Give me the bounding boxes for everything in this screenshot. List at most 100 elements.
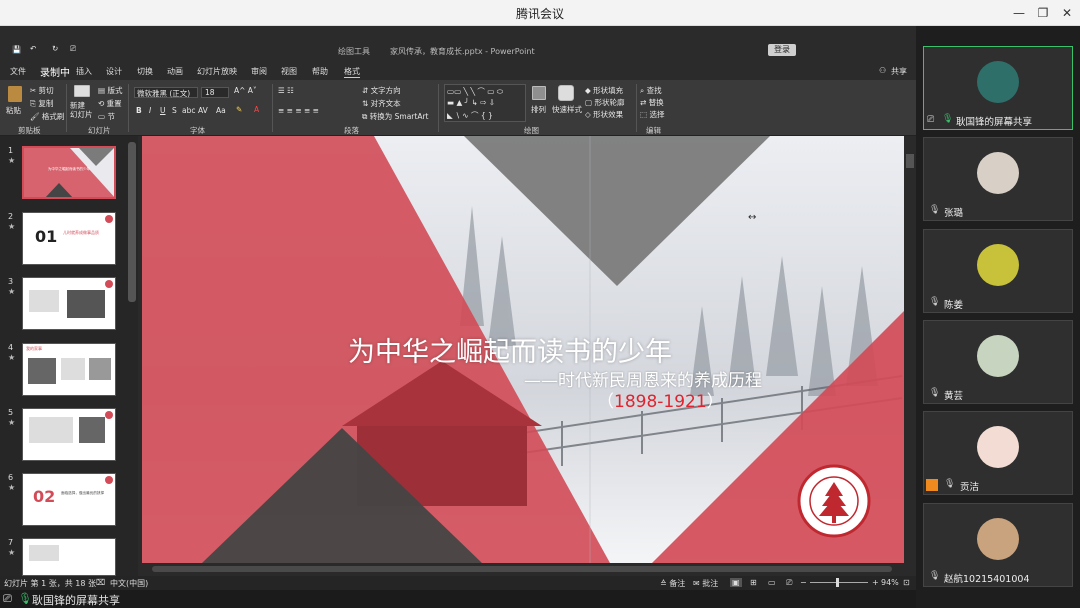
shape-fill-button[interactable]: ◆ 形状填充	[585, 85, 623, 96]
participant-tile[interactable]: 🎙 陈姜	[923, 229, 1073, 313]
reading-view-icon[interactable]: ▭	[768, 578, 776, 587]
slide-thumbnail-5[interactable]	[22, 408, 116, 461]
slide-sorter-icon[interactable]: ⊞	[750, 578, 757, 587]
tab-insert[interactable]: 插入	[76, 66, 92, 77]
participant-tile[interactable]: 🎙 赵航10215401004	[923, 503, 1073, 587]
close-icon[interactable]: ✕	[1057, 4, 1077, 22]
slideshow-view-icon[interactable]: ⎚	[786, 578, 792, 588]
italic-icon[interactable]: I	[149, 106, 151, 115]
minimize-icon[interactable]: —	[1009, 4, 1029, 22]
restore-icon[interactable]: ❐	[1033, 4, 1053, 22]
thumbnail-scrollbar[interactable]	[128, 142, 136, 302]
shapes-icons: ▬ ▲ ╯ ↳ ⇨ ⇩	[447, 98, 496, 107]
shapes-gallery[interactable]: ▭▭ ╲ ╲ ⌒ ▭ ⬭ ▬ ▲ ╯ ↳ ⇨ ⇩ ◣ ∖ ∿ ⌒ { }	[444, 84, 526, 122]
align-icons[interactable]: ≡ ≡ ≡ ≡ ≡	[278, 106, 319, 115]
section-button[interactable]: ▭ 节	[98, 111, 115, 122]
tab-view[interactable]: 视图	[281, 66, 297, 77]
bold-icon[interactable]: B	[136, 106, 142, 115]
tab-animations[interactable]: 动画	[167, 66, 183, 77]
undo-icon[interactable]: ↶	[30, 44, 36, 53]
participant-tile[interactable]: 🎙 黄芸	[923, 320, 1073, 404]
tab-slideshow[interactable]: 幻灯片放映	[197, 66, 237, 77]
share-button[interactable]: 共享	[891, 66, 907, 77]
align-text-button[interactable]: ⇅ 对齐文本	[362, 98, 401, 109]
tab-design[interactable]: 设计	[106, 66, 122, 77]
change-case-icon[interactable]: Aa	[216, 106, 226, 115]
animation-star-icon: ★	[8, 483, 16, 492]
shadow-icon[interactable]: S	[172, 106, 177, 115]
shape-outline-button[interactable]: ▢ 形状轮廓	[585, 97, 624, 108]
save-icon[interactable]: 💾	[12, 45, 21, 54]
tab-review[interactable]: 审阅	[251, 66, 267, 77]
zoom-slider-thumb[interactable]	[836, 578, 839, 587]
avatar	[977, 335, 1019, 377]
slide-thumbnail-7[interactable]	[22, 538, 116, 576]
zoom-slider[interactable]	[810, 582, 868, 583]
cut-button[interactable]: ✂ 剪切	[30, 85, 54, 96]
bullets-icon[interactable]: ☰ ☷	[278, 86, 294, 95]
arrange-button[interactable]: 排列	[531, 104, 546, 115]
scroll-thumb[interactable]	[152, 566, 892, 572]
language-status[interactable]: 中文(中国)	[110, 578, 148, 589]
participant-name: 耿国锋的屏幕共享	[956, 117, 1033, 128]
share-icon[interactable]: ⚇	[879, 66, 886, 75]
slide-thumbnail-3[interactable]	[22, 277, 116, 330]
zoom-out-icon[interactable]: −	[800, 578, 807, 587]
comments-button[interactable]: ✉ 批注	[693, 578, 718, 589]
slide-vertical-scrollbar[interactable]	[904, 136, 916, 563]
highlight-icon[interactable]: ✎	[236, 105, 242, 114]
font-name-select[interactable]: 微软雅黑 (正文)	[134, 87, 198, 98]
current-slide[interactable]: 为中华之崛起而读书的少年 ——时代新民周恩来的养成历程 （1898-1921） …	[142, 136, 904, 563]
reset-button[interactable]: ⟲ 重置	[98, 98, 122, 109]
group-clipboard: 剪贴板	[18, 126, 41, 135]
format-painter-button[interactable]: 🖌 格式刷	[30, 111, 64, 122]
layout-button[interactable]: ▤ 版式	[98, 85, 122, 96]
normal-view-icon[interactable]: ▣	[730, 578, 742, 587]
smartart-button[interactable]: ⧉ 转换为 SmartArt	[362, 111, 428, 122]
scroll-thumb[interactable]	[906, 154, 914, 168]
strikethrough-icon[interactable]: abc	[182, 106, 195, 115]
shape-effect-button[interactable]: ◇ 形状效果	[585, 109, 623, 120]
start-slideshow-icon[interactable]: ⎚	[70, 44, 76, 54]
copy-button[interactable]: ⎘ 复制	[30, 98, 53, 109]
zoom-level[interactable]: 94%	[881, 578, 899, 587]
arrange-icon[interactable]	[532, 86, 546, 100]
login-button[interactable]: 登录	[768, 44, 796, 56]
tab-transitions[interactable]: 切换	[137, 66, 153, 77]
text-direction-button[interactable]: ⇵ 文字方向	[362, 85, 401, 96]
underline-icon[interactable]: U	[160, 106, 166, 115]
slide-thumbnail-4[interactable]: 我的家事	[22, 343, 116, 396]
font-color-icon[interactable]: A	[254, 105, 259, 114]
quick-styles-button[interactable]: 快速样式	[552, 104, 582, 115]
slide-thumbnail-1[interactable]: 为中华之崛起而读书的少年	[22, 146, 116, 199]
tab-file[interactable]: 文件	[10, 66, 26, 77]
find-button[interactable]: ⌕ 查找	[640, 85, 662, 96]
participant-tile[interactable]: 🎙 贡洁	[923, 411, 1073, 495]
slide-title[interactable]: 为中华之崛起而读书的少年	[348, 330, 672, 369]
zoom-in-icon[interactable]: +	[872, 578, 879, 587]
tab-help[interactable]: 帮助	[312, 66, 328, 77]
recording-indicator: 录制中	[40, 68, 70, 79]
slide-thumbnail-2[interactable]: 01 儿时就养成做事品质	[22, 212, 116, 265]
font-size-select[interactable]: 18	[201, 87, 229, 98]
replace-button[interactable]: ⇄ 替换	[640, 97, 664, 108]
participant-tile[interactable]: 🎙 张璐	[923, 137, 1073, 221]
paste-button[interactable]: 粘贴	[6, 105, 21, 116]
participant-tile[interactable]: ⎚ 🎙 耿国锋的屏幕共享	[923, 46, 1073, 130]
new-slide-icon[interactable]	[74, 85, 90, 97]
paste-icon[interactable]	[8, 86, 22, 102]
slide-thumbnail-6[interactable]: 02 面临选择，做出最优的抉择	[22, 473, 116, 526]
char-spacing-icon[interactable]: AV	[198, 106, 208, 115]
redo-icon[interactable]: ↻	[52, 44, 58, 53]
spellcheck-icon[interactable]: ⌧	[96, 578, 105, 587]
slide-horizontal-scrollbar[interactable]	[142, 563, 904, 575]
new-slide-button[interactable]: 新建 幻灯片	[70, 101, 93, 119]
fit-slide-icon[interactable]: ⊡	[903, 578, 910, 587]
tab-format[interactable]: 格式	[344, 66, 360, 78]
notes-button[interactable]: ≙ 备注	[660, 578, 685, 589]
slide-years[interactable]: （1898-1921）	[597, 387, 724, 412]
grow-font-icon[interactable]: A^ A˅	[234, 86, 257, 95]
quick-styles-icon[interactable]	[558, 85, 574, 101]
select-button[interactable]: ⬚ 选择	[640, 109, 664, 120]
slide-thumbnail-panel[interactable]: 1 ★ 为中华之崛起而读书的少年 2 ★ 01 儿时就养成做事品质 3 ★ 4 …	[0, 136, 138, 576]
